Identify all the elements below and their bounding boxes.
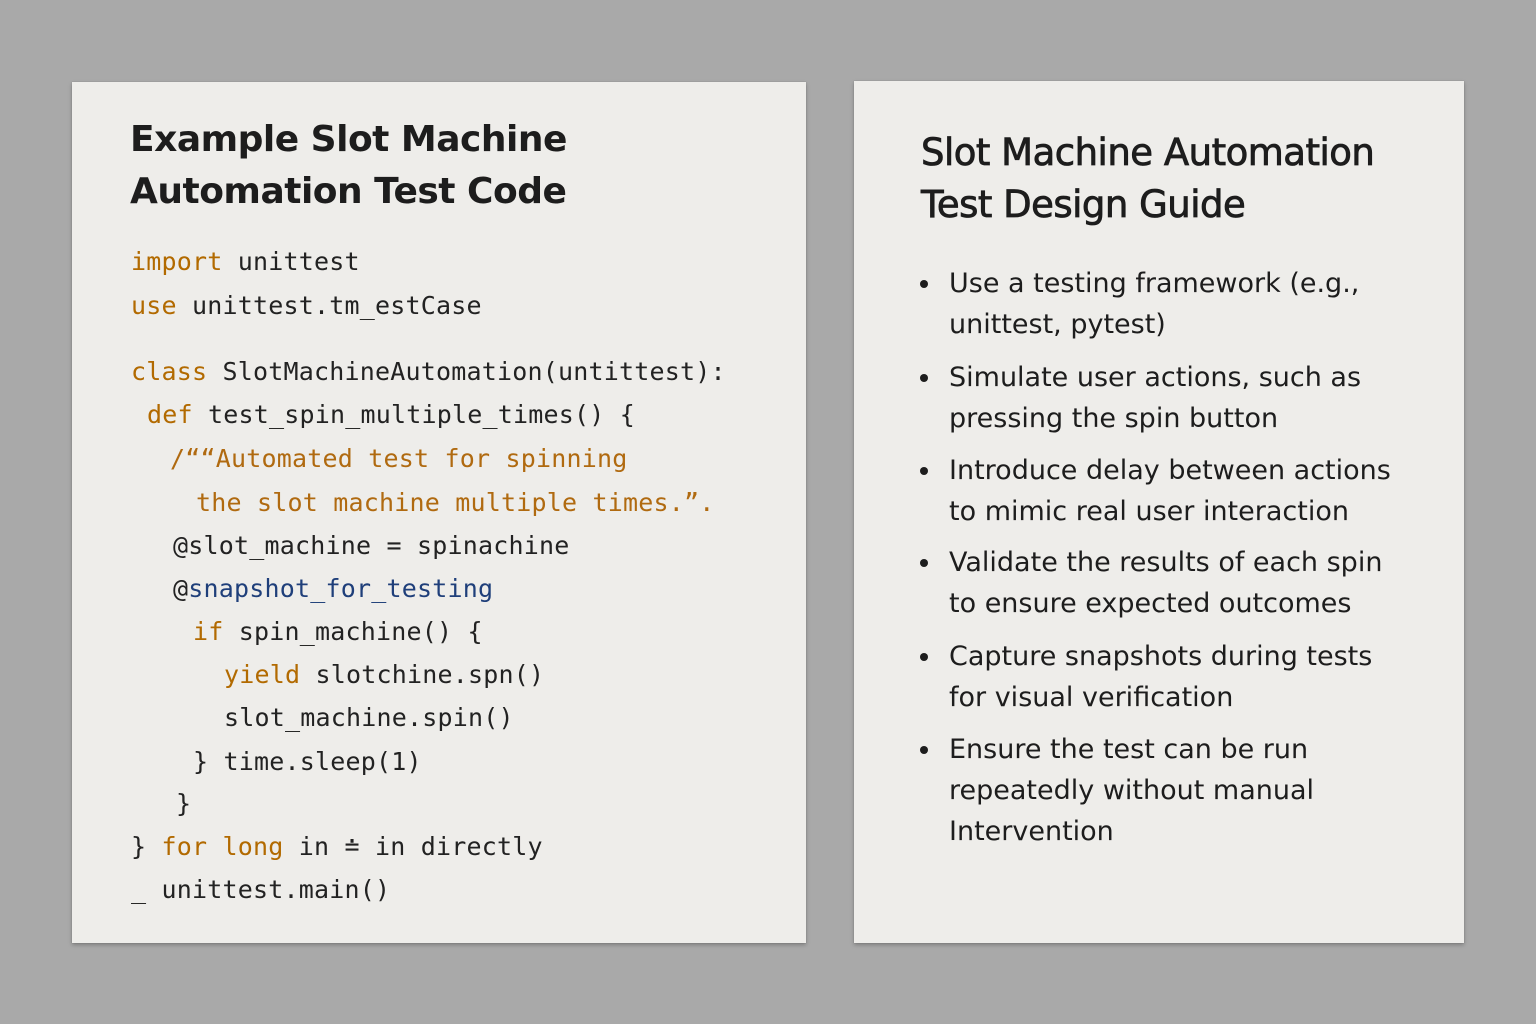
code-token: class [131,357,208,386]
code-card-title-line-2: Automation Test Code [130,171,567,212]
guide-item-text: Use a testing framework (e.g., unittest,… [949,268,1360,340]
code-token: in ≐ in directly [283,832,543,861]
code-token: if [193,617,224,646]
guide-list-item: Validate the results of each spin to ens… [920,542,1400,624]
guide-item-text: Validate the results of each spin to ens… [949,547,1383,619]
code-token: the slot machine multiple times.”. [196,488,715,517]
code-card-title: Example Slot Machine Automation Test Cod… [130,114,567,218]
code-line: def test_spin_multiple_times() { [147,400,635,430]
guide-card-title: Slot Machine Automation Test Design Guid… [921,127,1376,231]
code-token: import [131,247,223,276]
code-line: @slot_machine = spinachine [173,531,570,561]
code-line: slot_machine.spin() [224,703,514,733]
code-token: @slot_machine = spinachine [173,531,570,560]
code-line: } time.sleep(1) [193,747,422,777]
guide-list-item: Introduce delay between actions to mimic… [920,450,1400,532]
code-line: class SlotMachineAutomation(untittest): [131,357,726,387]
guide-item-text: Introduce delay between actions to mimic… [949,455,1391,527]
guide-card-title-line-2: Test Design Guide [921,183,1247,227]
bullet-icon [920,653,928,661]
code-line: /““Automated test for spinning [170,444,628,474]
code-token: unittest.tm_estCase [176,291,482,320]
code-card-title-line-1: Example Slot Machine [130,119,567,160]
code-token: /““Automated test for spinning [170,444,628,473]
bullet-icon [920,559,928,567]
bullet-icon [920,374,928,382]
code-token: use [131,291,177,320]
code-token: } [131,832,162,861]
code-token: snapshot_for_testing [188,574,494,603]
guide-list-item: Use a testing framework (e.g., unittest,… [920,263,1400,345]
code-token: SlotMachineAutomation(untittest): [207,357,726,386]
code-token: } [176,789,192,818]
bullet-icon [920,746,928,754]
code-line: the slot machine multiple times.”. [196,488,715,518]
design-guide-card: Slot Machine Automation Test Design Guid… [854,81,1464,943]
code-line: } for long in ≐ in directly [131,832,543,862]
code-line: if spin_machine() { [193,617,483,647]
code-token: slot_machine.spin() [224,703,514,732]
guide-card-title-line-1: Slot Machine Automation [921,131,1376,175]
code-token: for long [161,832,284,861]
code-token: def [147,400,193,429]
code-example-card: Example Slot Machine Automation Test Cod… [72,82,806,943]
guide-item-text: Ensure the test can be run repeatedly wi… [949,734,1315,847]
code-line: use unittest.tm_estCase [131,291,482,321]
guide-list-item: Simulate user actions, such as pressing … [920,357,1400,439]
code-line: import unittest [131,247,360,277]
code-token: spin_machine() { [223,617,483,646]
code-line: @snapshot_for_testing [173,574,493,604]
code-token: test_spin_multiple_times() { [192,400,636,429]
guide-item-text: Capture snapshots during tests for visua… [949,641,1373,713]
code-token: yield [224,660,301,689]
bullet-icon [920,280,928,288]
guide-item-text: Simulate user actions, such as pressing … [949,362,1362,434]
code-line: _ unittest.main() [131,875,390,905]
guide-list-item: Capture snapshots during tests for visua… [920,636,1400,718]
code-token: _ unittest.main() [131,875,391,904]
code-token: unittest [222,247,360,276]
code-line: yield slotchine.spn() [224,660,544,690]
code-token: slotchine.spn() [300,660,545,689]
code-line: } [176,789,191,819]
guide-list-item: Ensure the test can be run repeatedly wi… [920,729,1400,852]
bullet-icon [920,467,928,475]
code-token: } time.sleep(1) [193,747,422,776]
code-token: @ [173,574,189,603]
